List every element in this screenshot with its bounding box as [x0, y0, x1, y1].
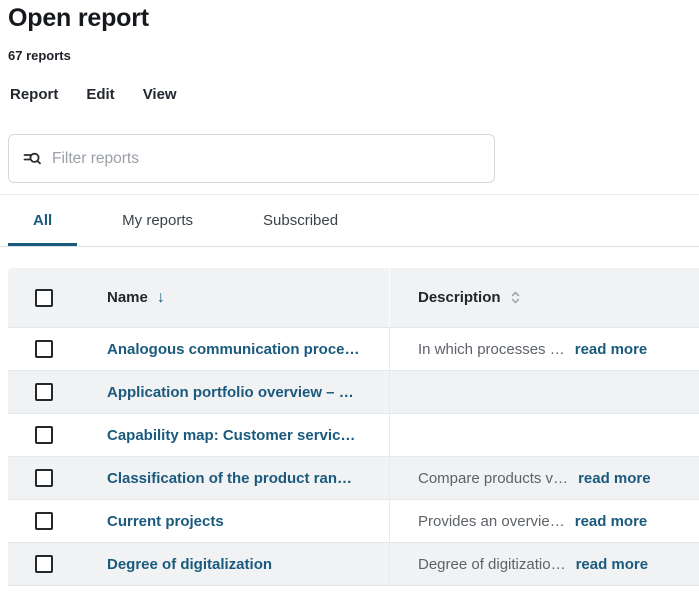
sort-chevrons-icon[interactable] — [510, 289, 521, 306]
table-header-row: Name ↓ Description — [8, 268, 699, 328]
report-description-cell — [390, 371, 699, 413]
row-checkbox[interactable] — [35, 469, 53, 487]
report-name-cell: Analogous communication proce… — [80, 328, 390, 370]
tab-subscribed[interactable]: Subscribed — [238, 195, 363, 246]
description-text: Compare products v… — [418, 470, 568, 487]
report-description-cell: Compare products v… read more — [390, 457, 699, 499]
table-row: Classification of the product ran… Compa… — [8, 457, 699, 500]
menu-edit[interactable]: Edit — [86, 86, 114, 103]
row-checkbox-cell — [8, 469, 80, 487]
filter-reports-input[interactable] — [52, 150, 481, 168]
read-more-link[interactable]: read more — [575, 341, 648, 358]
description-header-cell[interactable]: Description — [390, 268, 699, 327]
sort-arrow-down-icon[interactable]: ↓ — [157, 289, 165, 307]
name-header-cell[interactable]: Name ↓ — [80, 268, 390, 327]
table-row: Current projects Provides an overvie… re… — [8, 500, 699, 543]
table-row: Analogous communication proce… In which … — [8, 328, 699, 371]
page-title: Open report — [8, 4, 699, 32]
table-row: Application portfolio overview – … — [8, 371, 699, 414]
row-checkbox[interactable] — [35, 340, 53, 358]
row-checkbox-cell — [8, 555, 80, 573]
tab-bar: All My reports Subscribed — [0, 195, 699, 247]
report-description-cell: Provides an overvie… read more — [390, 500, 699, 542]
table-row: Degree of digitalization Degree of digit… — [8, 543, 699, 586]
select-all-cell — [8, 289, 80, 307]
report-count: 67 reports — [8, 48, 699, 63]
tab-my-reports[interactable]: My reports — [97, 195, 218, 246]
description-text: Provides an overvie… — [418, 513, 565, 530]
report-name-link[interactable]: Current projects — [107, 513, 224, 530]
read-more-link[interactable]: read more — [578, 470, 651, 487]
tab-all[interactable]: All — [8, 195, 77, 246]
report-name-link[interactable]: Degree of digitalization — [107, 556, 272, 573]
filter-search-icon — [22, 149, 42, 169]
row-checkbox[interactable] — [35, 555, 53, 573]
table-row: Capability map: Customer servic… — [8, 414, 699, 457]
row-checkbox[interactable] — [35, 383, 53, 401]
reports-table: Name ↓ Description Analogous communicati… — [8, 268, 699, 586]
report-description-cell — [390, 414, 699, 456]
read-more-link[interactable]: read more — [575, 513, 648, 530]
report-name-link[interactable]: Classification of the product ran… — [107, 470, 352, 487]
filter-reports-box[interactable] — [8, 134, 495, 183]
description-column-header[interactable]: Description — [418, 289, 501, 306]
row-checkbox-cell — [8, 340, 80, 358]
report-name-cell: Capability map: Customer servic… — [80, 414, 390, 456]
row-checkbox[interactable] — [35, 426, 53, 444]
row-checkbox[interactable] — [35, 512, 53, 530]
report-name-cell: Degree of digitalization — [80, 543, 390, 585]
row-checkbox-cell — [8, 512, 80, 530]
report-name-link[interactable]: Analogous communication proce… — [107, 341, 360, 358]
description-text: Degree of digitizatio… — [418, 556, 566, 573]
report-name-link[interactable]: Capability map: Customer servic… — [107, 427, 355, 444]
select-all-checkbox[interactable] — [35, 289, 53, 307]
report-description-cell: Degree of digitizatio… read more — [390, 543, 699, 585]
name-column-header[interactable]: Name — [107, 289, 148, 306]
description-text: In which processes … — [418, 341, 565, 358]
report-name-cell: Classification of the product ran… — [80, 457, 390, 499]
menu-report[interactable]: Report — [10, 86, 58, 103]
report-description-cell: In which processes … read more — [390, 328, 699, 370]
row-checkbox-cell — [8, 426, 80, 444]
report-name-cell: Current projects — [80, 500, 390, 542]
report-name-cell: Application portfolio overview – … — [80, 371, 390, 413]
row-checkbox-cell — [8, 383, 80, 401]
read-more-link[interactable]: read more — [576, 556, 649, 573]
menu-view[interactable]: View — [143, 86, 177, 103]
menubar: Report Edit View — [10, 86, 699, 103]
report-name-link[interactable]: Application portfolio overview – … — [107, 384, 354, 401]
